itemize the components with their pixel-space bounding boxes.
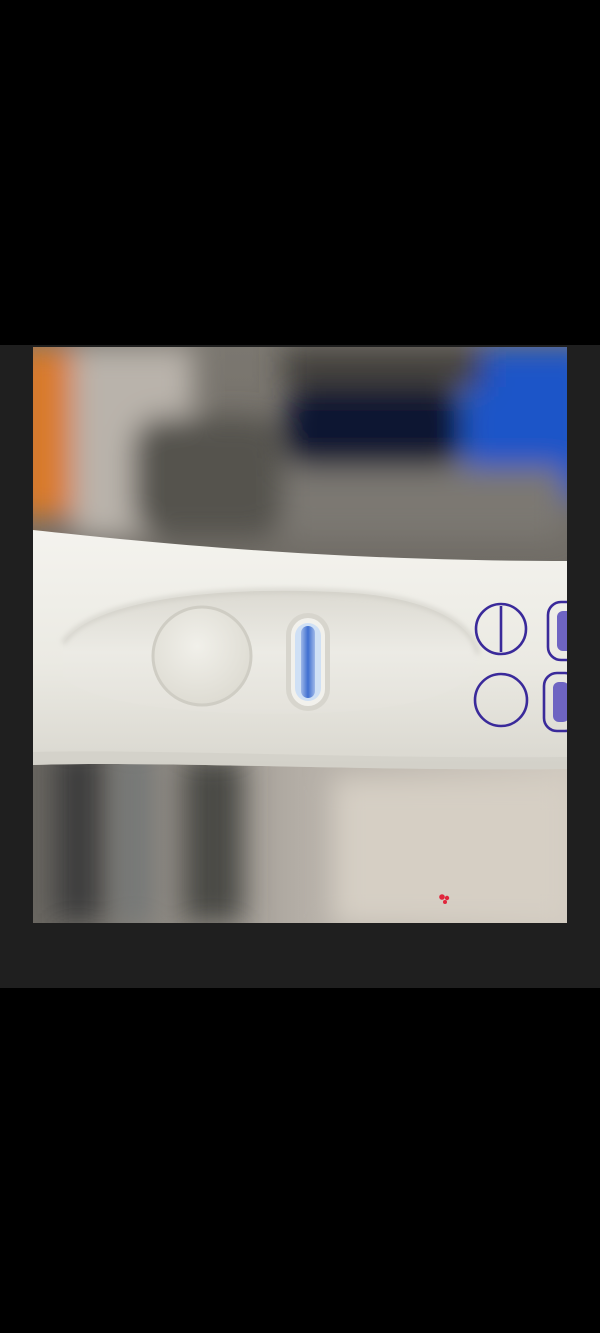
photo[interactable] <box>33 347 567 923</box>
orange-object <box>33 347 73 517</box>
background-blur <box>33 347 567 537</box>
red-speck <box>439 894 445 900</box>
screen <box>0 0 600 1333</box>
result-recess <box>63 590 479 714</box>
photo-content <box>33 347 567 923</box>
result-line <box>301 626 315 698</box>
